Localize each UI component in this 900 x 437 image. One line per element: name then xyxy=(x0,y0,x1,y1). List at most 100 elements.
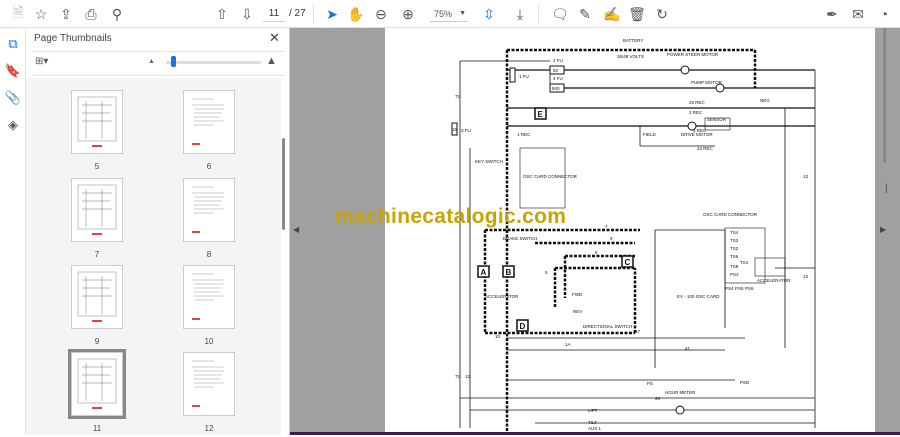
diagram-label: 13 xyxy=(803,174,809,179)
diagram-label: 500 xyxy=(552,86,560,91)
thumbnail-page-9[interactable] xyxy=(71,265,123,329)
separator xyxy=(313,5,314,23)
diagram-label: TS6 xyxy=(730,254,739,259)
print-icon[interactable]: ⎙ xyxy=(81,4,101,24)
fit-page-icon[interactable]: ⇳ xyxy=(479,4,499,24)
thumbnail-page-11[interactable] xyxy=(68,349,126,419)
diagram-label: FIELD xyxy=(643,132,657,137)
panel-title: Page Thumbnails xyxy=(34,33,112,44)
diagram-label: 50 xyxy=(553,68,559,73)
comment-icon[interactable]: 🗨 xyxy=(550,4,570,24)
close-panel-button[interactable]: ✕ xyxy=(269,30,280,46)
highlight-pen-icon[interactable]: ✎ xyxy=(575,4,595,24)
diagram-label: POWER STEER MOTOR xyxy=(667,52,719,57)
next-page-icon[interactable]: ⇩ xyxy=(237,4,257,24)
bookmark-star-icon[interactable]: ☆ xyxy=(31,4,51,24)
diagram-label: 27 xyxy=(635,329,641,334)
left-rail: ⧉ 🔖 📎 ◈ xyxy=(0,28,26,435)
diagram-box-label: B xyxy=(506,268,512,277)
thumbnail-page-7[interactable] xyxy=(71,178,123,242)
upload-cloud-icon[interactable]: ⇪ xyxy=(56,4,76,24)
diagram-label: BATTERY xyxy=(623,38,643,43)
page-number-input[interactable]: 11 xyxy=(263,6,285,22)
panel-scrollbar[interactable] xyxy=(282,138,285,230)
hour-meter-symbol xyxy=(675,405,685,415)
thumbnail-label: 10 xyxy=(204,337,214,346)
thumbnail-page-5[interactable] xyxy=(71,90,123,154)
watermark: machinecatalogic.com xyxy=(335,205,567,228)
diagram-label: 36/48 VOLTS xyxy=(617,54,644,59)
diagram-box-label: E xyxy=(538,110,544,119)
diagram-label: ACCELERATOR xyxy=(757,278,791,283)
diagram-label: PS6 xyxy=(745,286,754,291)
diagram-label: DRIVE MOTOR xyxy=(681,132,713,137)
zoom-in-icon[interactable]: ⊕ xyxy=(398,4,418,24)
diagram-label: 26 xyxy=(655,396,661,401)
page-total: / 27 xyxy=(289,8,306,19)
diagram-label: PUMP MOTOR xyxy=(691,80,723,85)
chevron-down-icon: ▼ xyxy=(459,10,466,17)
thumbnail-page-12[interactable] xyxy=(183,352,235,416)
diagram-box-label: D xyxy=(520,322,526,331)
select-cursor-icon[interactable]: ➤ xyxy=(322,4,342,24)
zoom-value: 75% xyxy=(434,9,453,19)
rotate-icon[interactable]: ↻ xyxy=(652,4,672,24)
scroll-mode-icon[interactable]: ⤓ xyxy=(510,4,530,24)
diagram-label: 12 xyxy=(465,374,471,379)
diagram-label: TS2 xyxy=(730,246,739,251)
thumbnail-label: 12 xyxy=(204,424,214,433)
diagram-box: E xyxy=(534,107,547,120)
diagram-box: A xyxy=(477,265,490,278)
diagram-label: EV - 100 OSC CARD xyxy=(677,294,720,299)
attachments-icon[interactable]: 📎 xyxy=(4,90,22,108)
diagram-label: AUX 1 xyxy=(588,426,602,431)
diagram-label: TS8 xyxy=(730,264,739,269)
bookmarks-icon[interactable]: 🔖 xyxy=(4,63,22,81)
diagram-box: D xyxy=(516,319,529,332)
divider xyxy=(32,51,284,52)
thumbnail-label: 11 xyxy=(92,424,102,433)
account-icon[interactable]: ◔ xyxy=(874,4,894,24)
left-arrow-icon[interactable]: ◀ xyxy=(293,225,299,234)
search-icon[interactable]: ⚲ xyxy=(107,4,127,24)
diagram-label: TILT xyxy=(588,420,597,425)
previous-page-icon[interactable]: ⇧ xyxy=(212,4,232,24)
wiring-diagram: A B C D E BATTERY 36/48 VOLTS POWER STEER MOTOR… xyxy=(451,38,816,432)
layers-icon[interactable]: ◈ xyxy=(4,117,22,135)
zoom-select[interactable]: 75% ▼ xyxy=(430,6,468,22)
diagram-label: TS3 xyxy=(730,238,739,243)
right-arrow-icon[interactable]: ▶ xyxy=(880,225,886,234)
thumbnail-page-8[interactable] xyxy=(183,178,235,242)
slider-handle[interactable] xyxy=(171,56,176,67)
save-icon[interactable]: 🗎 xyxy=(8,4,28,24)
vertical-scrollbar[interactable] xyxy=(883,28,886,163)
motor-symbol xyxy=(680,65,690,75)
thumbnail-size-slider[interactable] xyxy=(166,61,261,64)
diagram-label: 13 xyxy=(803,274,809,279)
small-thumbnail-icon[interactable]: ▲ xyxy=(148,58,155,65)
thumbnail-label: 8 xyxy=(206,250,212,259)
diagram-label: PS5 xyxy=(735,286,744,291)
diagram-label: 9 xyxy=(610,236,613,241)
hand-tool-icon[interactable]: ✋ xyxy=(346,4,366,24)
delete-icon[interactable]: 🗑 xyxy=(627,4,647,24)
thumbnail-page-6[interactable] xyxy=(183,90,235,154)
page-thumbnails-icon[interactable]: ⧉ xyxy=(4,36,22,54)
thumbnail-list: 5 6 7 8 9 10 11 12 xyxy=(26,78,281,435)
thumbnail-options-icon[interactable]: ⊞▾ xyxy=(35,56,48,67)
diagram-label: TS4 xyxy=(730,230,739,235)
fill-sign-icon[interactable]: ✒ xyxy=(822,4,842,24)
thumbnails-panel: Page Thumbnails ✕ ⊞▾ ▲ ▲ 5 6 7 8 9 10 11 12 xyxy=(26,28,290,435)
zoom-out-icon[interactable]: ⊖ xyxy=(371,4,391,24)
diagram-label: 5 xyxy=(545,270,548,275)
large-thumbnail-icon[interactable]: ▲ xyxy=(266,55,277,67)
email-icon[interactable]: ✉ xyxy=(848,4,868,24)
diagram-label: TS1 xyxy=(740,260,749,265)
toolbar: 🗎 ☆ ⇪ ⎙ ⚲ ⇧ ⇩ 11 / 27 ➤ ✋ ⊖ ⊕ 75% ▼ ⇳ ⤓ 🗨… xyxy=(0,0,900,28)
diagram-label: KEY SWITCH xyxy=(475,159,503,164)
diagram-label: DIRECTIONAL SWITCH xyxy=(583,324,632,329)
diagram-label: 1A xyxy=(565,342,571,347)
thumbnail-page-10[interactable] xyxy=(183,265,235,329)
diagram-label: REV xyxy=(573,309,582,314)
sign-icon[interactable]: ✍ xyxy=(602,4,622,24)
